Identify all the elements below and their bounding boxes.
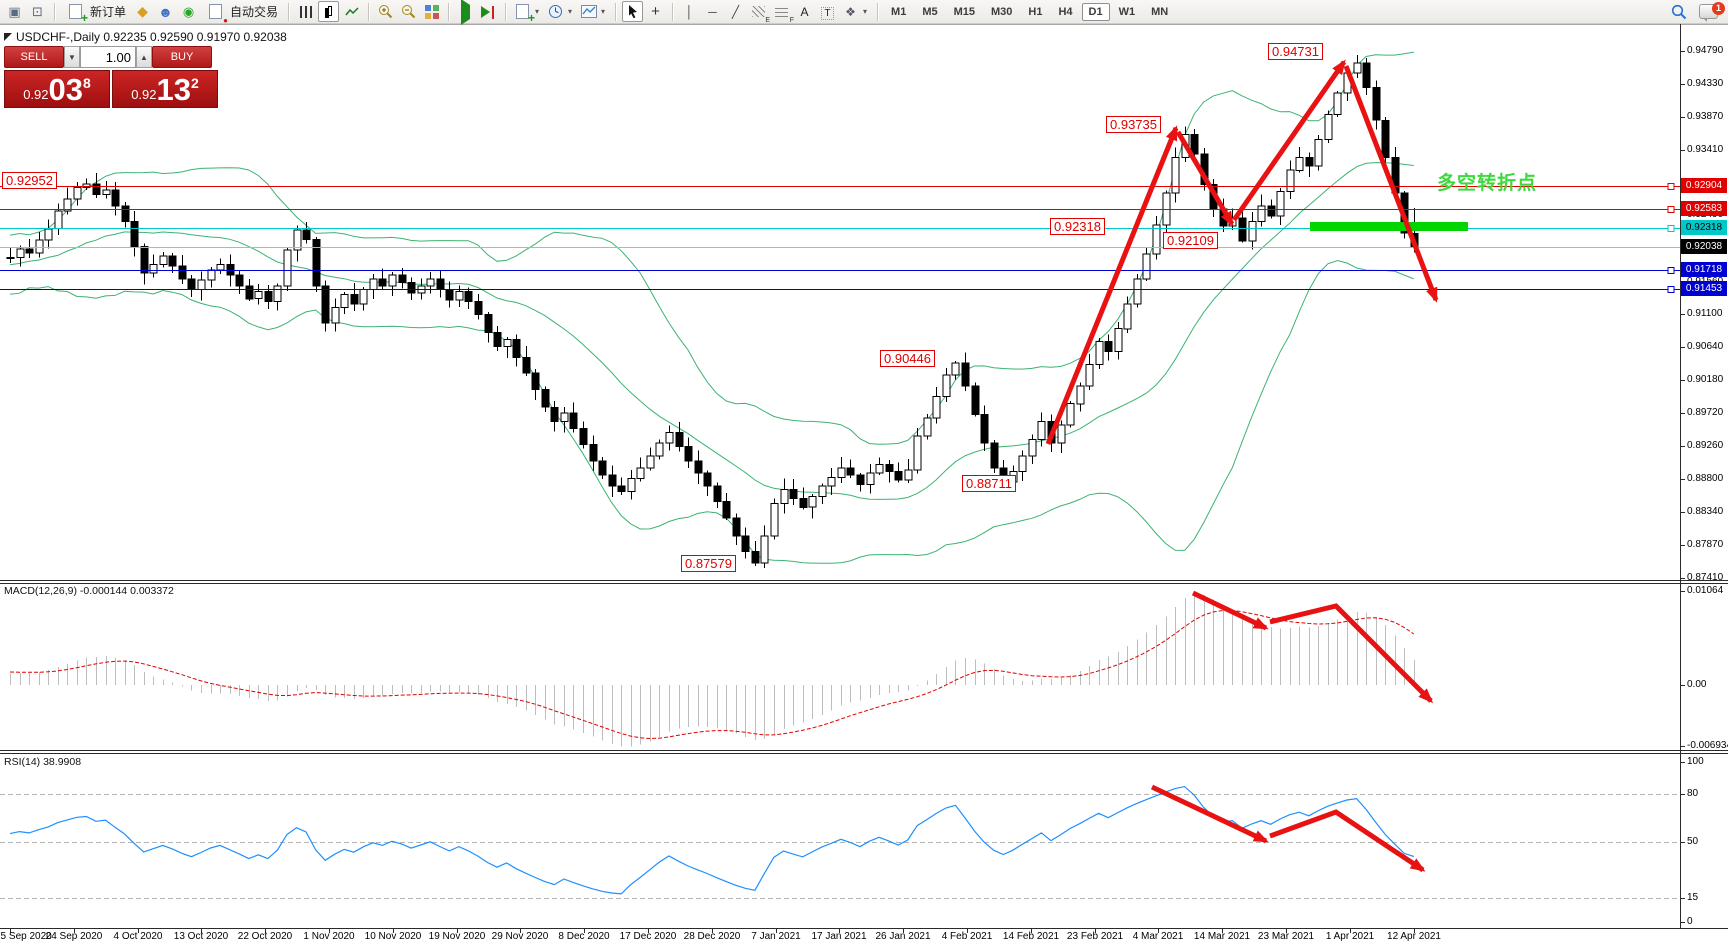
autotrading-button[interactable]: 自动交易 xyxy=(201,2,282,22)
new-order-button[interactable]: 新订单 xyxy=(61,2,130,22)
text-label-icon[interactable] xyxy=(817,1,838,22)
data-window-icon[interactable] xyxy=(27,1,48,22)
chart-shift-icon[interactable] xyxy=(478,1,499,22)
vertical-line-icon[interactable] xyxy=(679,1,700,22)
text-icon[interactable] xyxy=(794,1,815,22)
new-order-icon xyxy=(69,4,82,19)
indicator-caret-icon[interactable]: ▾ xyxy=(535,7,543,16)
horizontal-line-icon[interactable] xyxy=(702,1,723,22)
sell-price-point: 8 xyxy=(83,75,91,91)
bollinger-bands xyxy=(10,52,1414,563)
candles-layer xyxy=(7,55,1418,568)
tab-m1[interactable]: M1 xyxy=(884,3,913,21)
tile-windows-icon[interactable] xyxy=(421,1,442,22)
toolbar: 新订单 自动交易 ▾ ▾ xyxy=(0,0,1728,24)
support-zone-bar[interactable] xyxy=(1310,222,1468,231)
volume-decrease-button[interactable]: ▼ xyxy=(64,46,80,68)
trend-arrows-rsi[interactable] xyxy=(1152,787,1423,870)
periods-icon[interactable] xyxy=(545,1,566,22)
mt4-window: 新订单 自动交易 ▾ ▾ xyxy=(0,0,1728,944)
macd-histogram xyxy=(11,594,1415,746)
search-icon[interactable] xyxy=(1668,1,1689,22)
toolbar-separator xyxy=(54,3,55,21)
buy-price-base: 0.92 xyxy=(131,87,156,102)
tab-w1[interactable]: W1 xyxy=(1112,3,1143,21)
chart-candles-icon[interactable] xyxy=(318,1,339,22)
buy-price-point: 2 xyxy=(191,75,199,91)
new-chart-icon[interactable] xyxy=(4,1,25,22)
tab-m30[interactable]: M30 xyxy=(984,3,1019,21)
signals-icon[interactable] xyxy=(178,1,199,22)
rsi-label: RSI(14) 38.9908 xyxy=(4,756,81,768)
volume-input[interactable] xyxy=(80,46,136,68)
toolbar-separator xyxy=(672,3,673,21)
rsi-line xyxy=(10,787,1414,894)
arrows-caret-icon[interactable]: ▾ xyxy=(863,7,871,16)
trendline-icon[interactable] xyxy=(725,1,746,22)
tab-m15[interactable]: M15 xyxy=(947,3,982,21)
macd-label: MACD(12,26,9) -0.000144 0.003372 xyxy=(4,585,174,597)
macd-signal-line xyxy=(10,611,1414,739)
volume-increase-button[interactable]: ▲ xyxy=(136,46,152,68)
toolbar-separator xyxy=(448,3,449,21)
buy-price-pips: 13 xyxy=(157,75,191,105)
trade-panel-collapse-icon[interactable] xyxy=(4,33,12,41)
chart-canvas[interactable] xyxy=(0,0,1728,944)
rsi-levels xyxy=(0,795,1680,899)
periods-caret-icon[interactable]: ▾ xyxy=(568,7,576,16)
chart-line-icon[interactable] xyxy=(341,1,362,22)
chart-window-icon xyxy=(8,4,20,20)
autotrading-label: 自动交易 xyxy=(230,3,278,20)
add-indicator-icon[interactable] xyxy=(512,1,533,22)
zoom-in-icon[interactable] xyxy=(375,1,396,22)
chart-bars-icon[interactable] xyxy=(295,1,316,22)
arrows-tool-icon[interactable] xyxy=(840,1,861,22)
tab-h4[interactable]: H4 xyxy=(1051,3,1079,21)
zoom-out-icon[interactable] xyxy=(398,1,419,22)
equidistant-channel-icon[interactable] xyxy=(748,1,769,22)
new-order-label: 新订单 xyxy=(90,3,126,20)
buy-button[interactable]: BUY xyxy=(152,46,212,68)
notification-badge: 1 xyxy=(1712,2,1725,15)
community-icon[interactable] xyxy=(155,1,176,22)
toolbar-separator xyxy=(368,3,369,21)
templates-caret-icon[interactable]: ▾ xyxy=(601,7,609,16)
tab-h1[interactable]: H1 xyxy=(1021,3,1049,21)
sell-price-pips: 03 xyxy=(49,75,83,105)
one-click-trading-panel: SELL ▼ ▲ BUY 0.92 03 8 0.92 13 2 xyxy=(4,46,220,108)
metaeditor-icon[interactable] xyxy=(132,1,153,22)
buy-price-tile[interactable]: 0.92 13 2 xyxy=(112,70,218,108)
toolbar-separator xyxy=(615,3,616,21)
sell-button[interactable]: SELL xyxy=(4,46,64,68)
autotrading-icon xyxy=(209,4,222,19)
cursor-icon[interactable] xyxy=(622,1,643,22)
sell-price-tile[interactable]: 0.92 03 8 xyxy=(4,70,110,108)
tab-m5[interactable]: M5 xyxy=(915,3,944,21)
toolbar-separator xyxy=(877,3,878,21)
toolbar-separator xyxy=(505,3,506,21)
tab-mn[interactable]: MN xyxy=(1144,3,1175,21)
axis-ticks xyxy=(11,52,1686,934)
crosshair-icon[interactable] xyxy=(645,1,666,22)
turning-point-annotation: 多空转折点 xyxy=(1437,168,1537,195)
chart-title: USDCHF-,Daily 0.92235 0.92590 0.91970 0.… xyxy=(16,30,287,44)
templates-icon[interactable] xyxy=(578,1,599,22)
auto-scroll-icon[interactable] xyxy=(455,1,476,22)
fibonacci-icon[interactable] xyxy=(771,1,792,22)
tab-d1[interactable]: D1 xyxy=(1082,3,1110,21)
notifications-icon[interactable]: 1 xyxy=(1699,4,1718,19)
sell-price-base: 0.92 xyxy=(23,87,48,102)
toolbar-separator xyxy=(288,3,289,21)
window-preview-icon xyxy=(32,4,43,20)
